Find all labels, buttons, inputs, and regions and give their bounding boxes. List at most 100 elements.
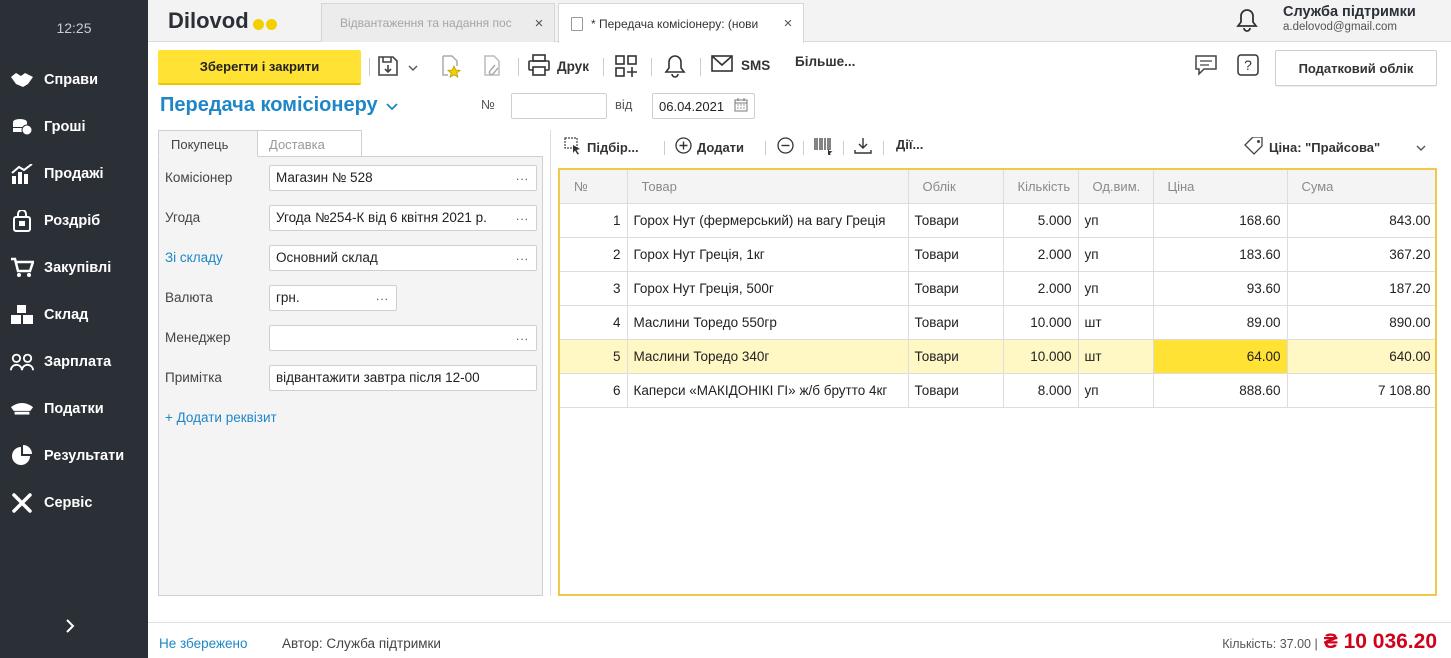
barcode-button[interactable]	[814, 137, 834, 158]
sidebar-item-servis[interactable]: Сервіс	[0, 479, 148, 526]
add-requisite-link[interactable]: + Додати реквізит	[165, 410, 277, 425]
tax-accounting-button[interactable]: Податковий облік	[1275, 50, 1437, 86]
help-button[interactable]: ?	[1237, 54, 1259, 79]
add-row-button[interactable]: Додати	[675, 137, 744, 157]
sidebar-item-sklad[interactable]: Склад	[0, 291, 148, 338]
print-button[interactable]: Друк	[527, 54, 589, 79]
cell-accounting[interactable]: Товари	[908, 373, 1004, 408]
ellipsis-icon[interactable]: ...	[516, 169, 529, 183]
cell-quantity[interactable]: 10.000	[1003, 339, 1079, 374]
table-row[interactable]: 3 Горох Нут Греція, 500г Товари 2.000 уп…	[560, 271, 1435, 306]
cell-sum[interactable]: 843.00	[1287, 203, 1435, 238]
table-row[interactable]: 6 Каперси «МАКІДОНІКІ ГІ» ж/б брутто 4кг…	[560, 373, 1435, 408]
document-date-input[interactable]: 06.04.2021	[652, 93, 755, 119]
cell-quantity[interactable]: 8.000	[1003, 373, 1079, 408]
cell-quantity[interactable]: 5.000	[1003, 203, 1079, 238]
close-icon[interactable]: ×	[532, 15, 546, 32]
cell-quantity[interactable]: 2.000	[1003, 237, 1079, 272]
sidebar-item-zakupivli[interactable]: Закупівлі	[0, 244, 148, 291]
table-row[interactable]: 4 Маслини Торедо 550гр Товари 10.000 шт …	[560, 305, 1435, 340]
table-row-selected[interactable]: 5 Маслини Торедо 340г Товари 10.000 шт 6…	[560, 339, 1435, 374]
commissioner-field[interactable]: Магазин № 528...	[269, 165, 537, 191]
cell-quantity[interactable]: 2.000	[1003, 271, 1079, 306]
remove-row-button[interactable]	[777, 137, 794, 157]
note-field[interactable]: відвантажити завтра після 12-00	[269, 365, 537, 391]
column-header-quantity[interactable]: Кількість	[1003, 170, 1079, 204]
column-header-unit[interactable]: Од.вим.	[1078, 170, 1154, 204]
tab-delivery[interactable]: Доставка	[256, 130, 362, 157]
sidebar-item-hroshi[interactable]: Гроші	[0, 103, 148, 150]
cell-item[interactable]: Горох Нут Греція, 500г	[627, 271, 909, 306]
cell-unit[interactable]: уп	[1078, 237, 1154, 272]
manager-field[interactable]: ...	[269, 325, 537, 351]
cell-item[interactable]: Горох Нут (фермерський) на вагу Греція	[627, 203, 909, 238]
favorite-document-button[interactable]	[438, 54, 462, 81]
cell-sum[interactable]: 7 108.80	[1287, 373, 1435, 408]
actions-button[interactable]: Дії...	[891, 137, 923, 152]
sidebar-item-rozdrib[interactable]: Роздріб	[0, 197, 148, 244]
column-header-accounting[interactable]: Облік	[908, 170, 1004, 204]
cell-unit[interactable]: шт	[1078, 305, 1154, 340]
cell-sum[interactable]: 640.00	[1287, 339, 1435, 374]
more-button[interactable]: Більше...	[789, 54, 855, 69]
sidebar-item-spravy[interactable]: Справи	[0, 56, 148, 103]
pick-button[interactable]: Підбір...	[564, 137, 639, 158]
cell-quantity[interactable]: 10.000	[1003, 305, 1079, 340]
ellipsis-icon[interactable]: ...	[516, 249, 529, 263]
currency-field[interactable]: грн....	[269, 285, 397, 311]
cell-accounting[interactable]: Товари	[908, 271, 1004, 306]
tab-vidvantazhennia[interactable]: Відвантаження та надання пос ×	[321, 3, 555, 42]
save-menu-button[interactable]	[376, 54, 418, 81]
panel-splitter[interactable]	[550, 130, 551, 596]
cell-price-active[interactable]: 64.00	[1153, 339, 1288, 374]
sidebar-item-rezultaty[interactable]: Результати	[0, 432, 148, 479]
sms-button[interactable]: SMS	[711, 54, 770, 77]
save-and-close-button[interactable]: Зберегти і закрити	[158, 50, 361, 85]
cell-price[interactable]: 888.60	[1153, 373, 1288, 408]
cell-unit[interactable]: уп	[1078, 203, 1154, 238]
column-header-sum[interactable]: Сума	[1287, 170, 1435, 204]
attach-file-button[interactable]	[480, 54, 504, 81]
page-title[interactable]: Передача комісіонеру	[160, 94, 398, 117]
cell-accounting[interactable]: Товари	[908, 237, 1004, 272]
cell-sum[interactable]: 890.00	[1287, 305, 1435, 340]
cell-price[interactable]: 183.60	[1153, 237, 1288, 272]
column-header-price[interactable]: Ціна	[1153, 170, 1288, 204]
warehouse-field[interactable]: Основний склад...	[269, 245, 537, 271]
close-icon[interactable]: ×	[781, 15, 795, 32]
column-header-number[interactable]: №	[560, 170, 628, 204]
sidebar-item-podatky[interactable]: Податки	[0, 385, 148, 432]
cell-item[interactable]: Горох Нут Греція, 1кг	[627, 237, 909, 272]
cell-unit[interactable]: уп	[1078, 271, 1154, 306]
comments-button[interactable]	[1194, 54, 1218, 79]
cell-sum[interactable]: 367.20	[1287, 237, 1435, 272]
ellipsis-icon[interactable]: ...	[516, 329, 529, 343]
sidebar-item-prodazhi[interactable]: Продажі	[0, 150, 148, 197]
cell-unit[interactable]: шт	[1078, 339, 1154, 374]
reminder-button[interactable]	[664, 54, 686, 81]
cell-price[interactable]: 89.00	[1153, 305, 1288, 340]
notifications-bell-icon[interactable]	[1236, 8, 1258, 35]
user-profile[interactable]: Служба підтримки a.delovod@gmail.com	[1283, 4, 1416, 33]
table-row[interactable]: 2 Горох Нут Греція, 1кг Товари 2.000 уп …	[560, 237, 1435, 272]
import-button[interactable]	[854, 137, 872, 158]
tab-buyer[interactable]: Покупець	[158, 130, 258, 157]
column-header-item[interactable]: Товар	[627, 170, 909, 204]
cell-price[interactable]: 93.60	[1153, 271, 1288, 306]
cell-unit[interactable]: уп	[1078, 373, 1154, 408]
cell-accounting[interactable]: Товари	[908, 305, 1004, 340]
add-widget-button[interactable]	[614, 54, 638, 81]
document-number-input[interactable]	[511, 93, 607, 119]
cell-sum[interactable]: 187.20	[1287, 271, 1435, 306]
sidebar-item-zarplata[interactable]: Зарплата	[0, 338, 148, 385]
ellipsis-icon[interactable]: ...	[376, 289, 389, 303]
sidebar-expand-chevron-icon[interactable]	[60, 616, 80, 636]
ellipsis-icon[interactable]: ...	[516, 209, 529, 223]
tab-peredacha-komisioneru[interactable]: * Передача комісіонеру: (нови ×	[558, 3, 804, 43]
cell-accounting[interactable]: Товари	[908, 339, 1004, 374]
warehouse-link[interactable]: Зі складу	[165, 250, 223, 265]
price-type-dropdown[interactable]: Ціна: "Прайсова"	[1244, 136, 1426, 158]
cell-item[interactable]: Маслини Торедо 550гр	[627, 305, 909, 340]
cell-accounting[interactable]: Товари	[908, 203, 1004, 238]
cell-price[interactable]: 168.60	[1153, 203, 1288, 238]
